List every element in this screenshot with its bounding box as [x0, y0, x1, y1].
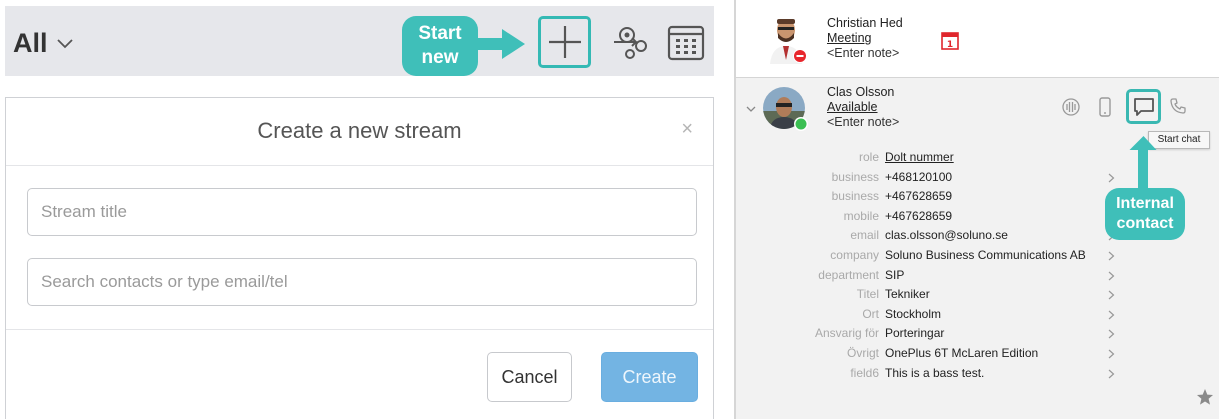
avatar[interactable] [768, 16, 808, 64]
field-value: clas.olsson@soluno.se [885, 228, 1008, 243]
start-chat-button[interactable] [1126, 89, 1161, 124]
screenshot-root: All Start new Create a new stream × Stre… [0, 0, 1219, 419]
gear-icon [614, 27, 647, 59]
presence-status-link[interactable]: Meeting [827, 31, 903, 46]
contact-name: Clas Olsson [827, 85, 895, 99]
calendar-grid-icon [667, 25, 705, 61]
internal-contact-callout: Internal contact [1105, 188, 1185, 240]
callout-arrow-right-icon [474, 29, 525, 59]
avatar[interactable] [763, 87, 809, 133]
voicemail-icon[interactable] [1062, 98, 1080, 116]
create-stream-dialog: Create a new stream × Cancel Create [5, 97, 714, 419]
calendar-day-number: 1 [947, 40, 953, 50]
chevron-right-icon[interactable] [1108, 349, 1115, 359]
chevron-down-icon [56, 38, 73, 48]
contact2-info: Clas Olsson Available <Enter note> [827, 85, 899, 130]
chevron-right-icon[interactable] [1108, 329, 1115, 339]
star-icon[interactable] [1196, 388, 1214, 406]
chevron-right-icon[interactable] [1108, 173, 1115, 183]
dialog-title: Create a new stream [257, 118, 462, 143]
mobile-phone-icon[interactable] [1099, 97, 1111, 117]
field-label: department [818, 267, 879, 282]
field-value: This is a bass test. [885, 365, 985, 380]
contact1-info: Christian Hed Meeting <Enter note> [827, 16, 903, 61]
calendar-day-icon: 1 [941, 32, 959, 50]
chat-icon [1133, 97, 1154, 116]
chevron-right-icon[interactable] [1108, 369, 1115, 379]
field-label: business [831, 189, 879, 204]
contacts-search-input[interactable] [27, 258, 697, 306]
chevron-right-icon[interactable] [1108, 251, 1115, 261]
callout-arrow-up-icon [1129, 136, 1157, 190]
contact-field-row[interactable]: Ort Stockholm [736, 305, 1219, 324]
field-label: Titel [856, 287, 879, 302]
field-value: Porteringar [885, 326, 945, 341]
contact-field-row[interactable]: company Soluno Business Communications AB [736, 246, 1219, 265]
field-value: +467628659 [885, 208, 953, 223]
field-value: Soluno Business Communications AB [885, 248, 1086, 262]
contact-field-row[interactable]: Titel Tekniker [736, 285, 1219, 304]
dialog-header: Create a new stream × [6, 98, 713, 166]
field-value[interactable]: Dolt nummer [885, 148, 954, 167]
callout-start-line1: Start [418, 23, 462, 44]
contact-field-row[interactable]: Ansvarig för Porteringar [736, 324, 1219, 343]
field-label: email [850, 228, 879, 243]
field-value: SIP [885, 267, 905, 282]
field-label: Övrigt [846, 346, 879, 360]
callout-start-line2: new [421, 47, 459, 68]
note-field[interactable]: <Enter note> [827, 46, 903, 61]
start-new-stream-button[interactable] [538, 16, 591, 68]
chevron-down-icon[interactable] [746, 106, 756, 113]
field-label: field6 [850, 365, 879, 380]
note-field[interactable]: <Enter note> [827, 115, 899, 130]
calendar-button[interactable] [667, 25, 705, 61]
filter-dropdown[interactable]: All [13, 28, 74, 59]
chevron-right-icon[interactable] [1108, 271, 1115, 281]
stream-title-input[interactable] [27, 188, 697, 236]
contact-field-row[interactable]: field6 This is a bass test. [736, 364, 1219, 383]
contact-field-row[interactable]: Övrigt OnePlus 6T McLaren Edition [736, 344, 1219, 363]
field-value: +468120100 [885, 169, 953, 184]
dialog-footer-divider [6, 329, 713, 330]
close-icon[interactable]: × [681, 118, 693, 141]
filter-label: All [13, 28, 48, 58]
plus-icon [548, 26, 581, 58]
field-label: business [831, 169, 879, 184]
field-label: Ort [862, 306, 879, 321]
contact-card-christian[interactable] [736, 0, 1219, 78]
field-label: Ansvarig för [814, 326, 879, 341]
create-button[interactable]: Create [601, 352, 698, 402]
field-label: company [830, 248, 879, 262]
field-label: role [858, 150, 879, 164]
field-value: +467628659 [885, 189, 953, 204]
field-value: Stockholm [885, 306, 942, 321]
field-label: mobile [843, 208, 879, 223]
phone-icon[interactable] [1170, 98, 1186, 114]
cancel-button[interactable]: Cancel [487, 352, 572, 402]
field-value: OnePlus 6T McLaren Edition [885, 346, 1039, 360]
start-chat-tooltip: Start chat [1148, 131, 1210, 149]
field-value: Tekniker [885, 287, 930, 302]
chevron-right-icon[interactable] [1108, 310, 1115, 320]
start-new-callout: Start new [402, 16, 478, 76]
stream-toolbar: All [5, 6, 714, 76]
contact-name: Christian Hed [827, 16, 903, 30]
chevron-right-icon[interactable] [1108, 290, 1115, 300]
presence-status-link[interactable]: Available [827, 100, 899, 115]
callout-internal-line1: Internal [1116, 195, 1174, 212]
integrations-button[interactable] [612, 22, 652, 62]
callout-internal-line2: contact [1116, 215, 1174, 232]
contact-field-row[interactable]: department SIP [736, 266, 1219, 285]
